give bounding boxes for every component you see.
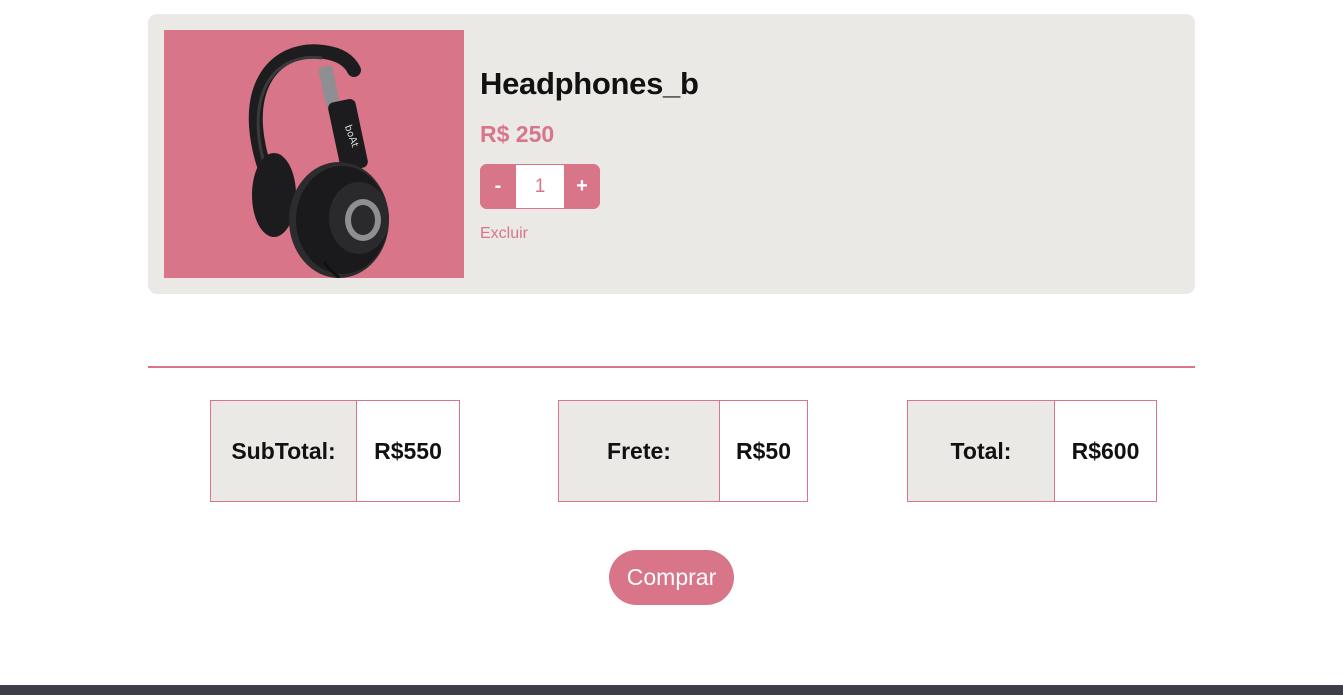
- total-box: Total: R$600: [907, 400, 1157, 502]
- decrement-button[interactable]: -: [480, 164, 516, 209]
- increment-button[interactable]: +: [564, 164, 600, 209]
- quantity-stepper: - 1 +: [480, 164, 600, 209]
- buy-button[interactable]: Comprar: [609, 550, 734, 605]
- total-label: Total:: [908, 401, 1055, 501]
- shipping-box: Frete: R$50: [558, 400, 808, 502]
- product-name: Headphones_b: [480, 66, 699, 101]
- product-image: boAt: [164, 30, 464, 278]
- shipping-label: Frete:: [559, 401, 720, 501]
- total-value: R$600: [1071, 437, 1140, 464]
- footer: [0, 685, 1343, 695]
- remove-item-link[interactable]: Excluir: [480, 225, 528, 243]
- divider: [148, 366, 1195, 368]
- quantity-field[interactable]: 1: [516, 164, 564, 209]
- subtotal-box: SubTotal: R$550: [210, 400, 460, 502]
- headphones-image: boAt: [248, 44, 389, 278]
- subtotal-value: R$550: [374, 437, 442, 464]
- shipping-value: R$50: [736, 437, 791, 464]
- product-price: R$ 250: [480, 121, 555, 147]
- subtotal-label: SubTotal:: [211, 401, 357, 501]
- cart-item-card: boAt Headphones_b R$ 250 - 1 + Excluir: [148, 14, 1195, 294]
